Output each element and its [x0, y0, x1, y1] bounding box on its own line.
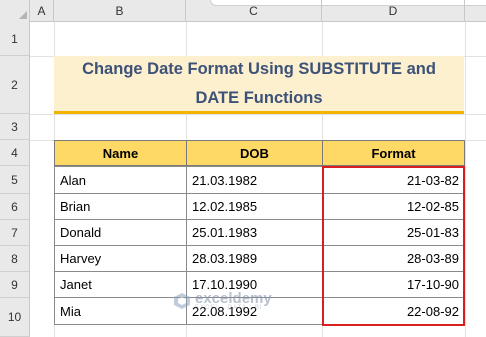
row-header-10[interactable]: 10: [0, 298, 30, 337]
column-header-d[interactable]: D: [322, 0, 465, 22]
row-header-4[interactable]: 4: [0, 140, 30, 166]
column-header-a[interactable]: A: [30, 0, 54, 22]
cell-dob[interactable]: 12.02.1985: [186, 193, 323, 220]
exceldemy-watermark: exceldemy EXCEL · DATA · BI: [172, 290, 272, 311]
cell-name[interactable]: Donald: [54, 219, 187, 246]
exceldemy-logo-icon: [174, 292, 190, 309]
row-header-2[interactable]: 2: [0, 56, 30, 114]
cell-name[interactable]: Mia: [54, 297, 187, 325]
gridline: [465, 22, 466, 337]
column-header-c[interactable]: C: [186, 0, 322, 22]
gridline: [30, 114, 486, 115]
header-name[interactable]: Name: [54, 140, 187, 166]
cell-dob[interactable]: 25.01.1983: [186, 219, 323, 246]
row-header-8[interactable]: 8: [0, 246, 30, 272]
header-format[interactable]: Format: [322, 140, 465, 166]
cell-dob[interactable]: 28.03.1989: [186, 245, 323, 272]
cell-name[interactable]: Alan: [54, 166, 187, 194]
watermark-tagline: EXCEL · DATA · BI: [195, 305, 263, 311]
cell-name[interactable]: Harvey: [54, 245, 187, 272]
row-header-5[interactable]: 5: [0, 166, 30, 194]
row-header-9[interactable]: 9: [0, 272, 30, 298]
cell-dob[interactable]: 21.03.1982: [186, 166, 323, 194]
column-header-b[interactable]: B: [54, 0, 186, 22]
select-all-triangle-icon: [19, 11, 27, 19]
cell-name[interactable]: Brian: [54, 193, 187, 220]
row-header-7[interactable]: 7: [0, 220, 30, 246]
row-header-3[interactable]: 3: [0, 114, 30, 140]
sheet-title[interactable]: Change Date Format Using SUBSTITUTE and …: [54, 56, 464, 114]
format-column-highlight: [322, 166, 465, 326]
row-header-6[interactable]: 6: [0, 194, 30, 220]
row-header-1[interactable]: 1: [0, 22, 30, 56]
header-dob[interactable]: DOB: [186, 140, 323, 166]
cell-name[interactable]: Janet: [54, 271, 187, 298]
